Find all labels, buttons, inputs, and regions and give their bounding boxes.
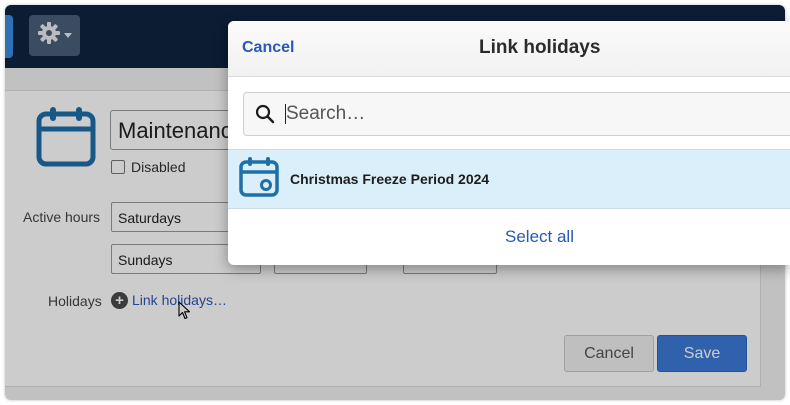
search-placeholder: Search… <box>286 103 366 124</box>
select-all-button[interactable]: Select all <box>505 227 574 247</box>
search-section: Search… <box>228 77 790 149</box>
search-icon <box>255 104 275 129</box>
calendar-icon <box>238 156 280 203</box>
holiday-list-item[interactable]: Christmas Freeze Period 2024 <box>228 149 790 209</box>
dialog-cancel-button[interactable]: Cancel <box>242 39 294 57</box>
search-input[interactable]: Search… <box>243 92 790 136</box>
holiday-name: Christmas Freeze Period 2024 <box>290 171 490 187</box>
dialog-header: Cancel Link holidays <box>228 21 790 77</box>
dialog-title: Link holidays <box>479 37 601 58</box>
link-holidays-dialog: Cancel Link holidays Search… Christmas F… <box>228 21 790 265</box>
